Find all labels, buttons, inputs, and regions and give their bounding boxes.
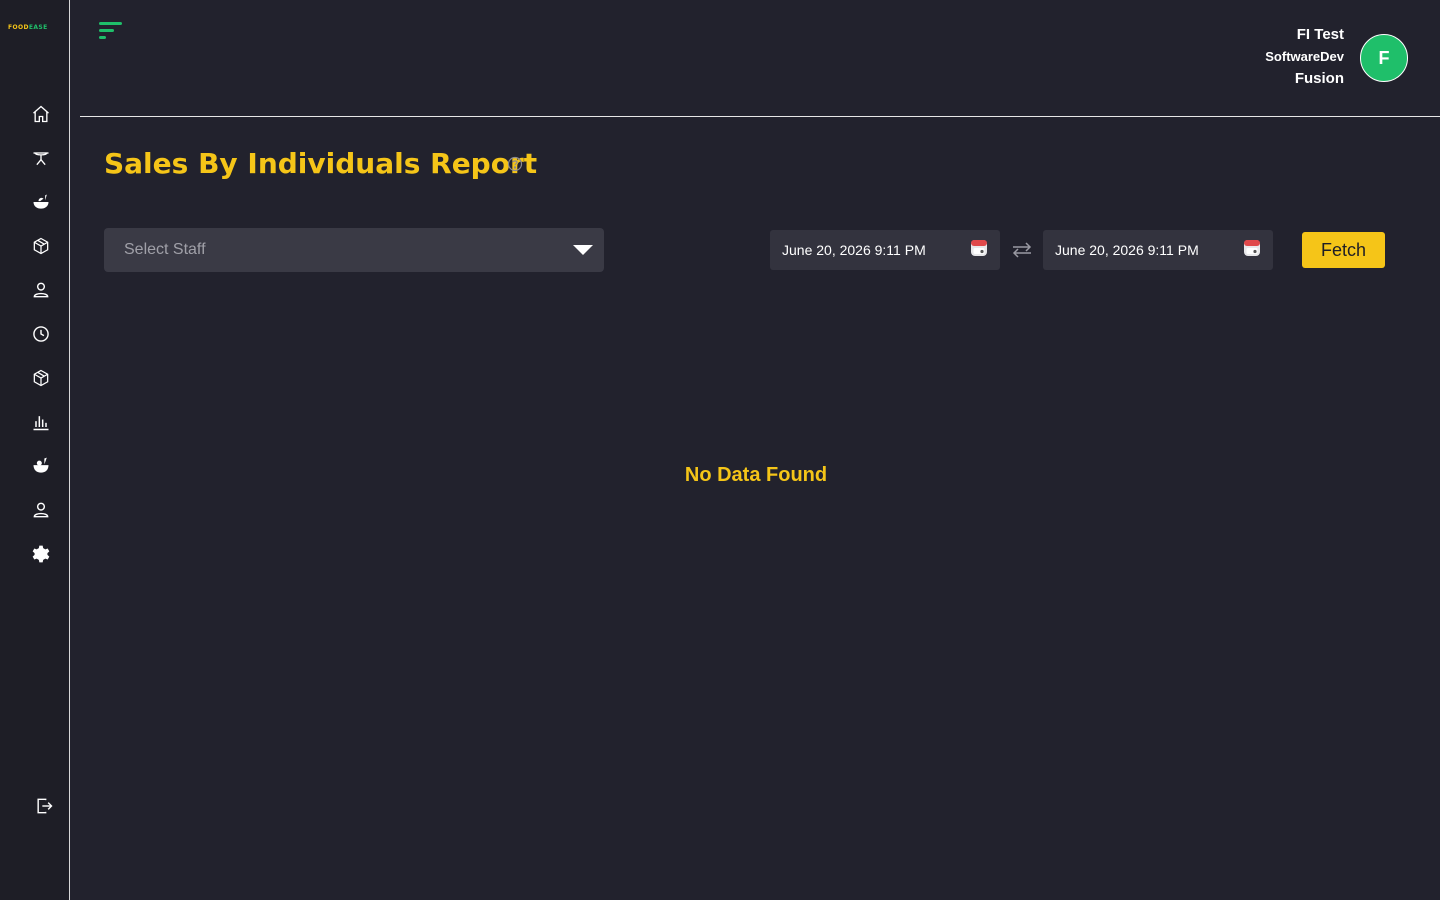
app-logo[interactable]: FOODEASE [8,23,64,33]
bar-chart-icon[interactable] [29,410,53,434]
calendar-icon[interactable] [970,239,988,257]
date-from-field[interactable]: June 20, 2026 9:11 PM [770,230,1000,270]
staff-select-placeholder: Select Staff [124,241,206,258]
page-title: Sales By Individuals Report [104,147,538,180]
box-icon[interactable] [29,234,53,258]
user-company: SoftwareDev [1265,49,1344,64]
gear-icon[interactable] [29,542,53,566]
user-info: FI Test SoftwareDev Fusion [1265,24,1344,90]
fetch-button[interactable]: Fetch [1302,232,1385,268]
calendar-icon[interactable] [1243,239,1261,257]
header-divider [80,116,1440,117]
user-icon[interactable] [29,278,53,302]
date-to-value: June 20, 2026 9:11 PM [1055,242,1199,258]
box-icon[interactable] [29,366,53,390]
menu-toggle-icon[interactable] [98,20,124,42]
date-to-field[interactable]: June 20, 2026 9:11 PM [1043,230,1273,270]
logout-icon[interactable] [32,794,56,818]
table-icon[interactable] [29,146,53,170]
date-from-value: June 20, 2026 9:11 PM [782,242,926,258]
home-icon[interactable] [29,102,53,126]
empty-state-message: No Data Found [684,464,828,486]
clock-icon[interactable] [29,322,53,346]
food-icon[interactable] [29,454,53,478]
swap-icon[interactable] [1011,240,1033,260]
avatar[interactable]: F [1360,34,1408,82]
staff-select[interactable]: Select Staff [104,228,604,272]
user-branch: Fusion [1294,70,1344,87]
food-icon[interactable] [29,190,53,214]
main-content: FI Test SoftwareDev Fusion F Sales By In… [70,0,1440,900]
sidebar: FOODEASE [0,0,70,900]
user-name: FI Test [1296,26,1344,43]
chevron-down-icon [573,245,593,255]
user-icon[interactable] [29,498,53,522]
help-icon[interactable] [507,156,523,172]
